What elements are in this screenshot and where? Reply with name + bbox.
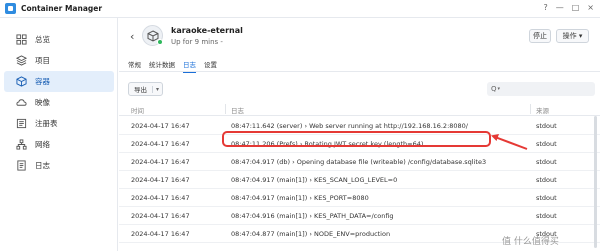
main-panel: ‹ karaoke-eternal Up for 9 mins - 停止 操作 … <box>119 18 600 251</box>
overview-icon <box>16 34 27 45</box>
container-name: karaoke-eternal <box>171 26 243 35</box>
row-log: 08:47:11.642 (server) › Web server runni… <box>231 122 468 130</box>
sidebar-item-label: 项目 <box>35 56 50 65</box>
search-field[interactable]: Q ▾ <box>487 82 595 96</box>
column-header-log[interactable]: 日志 <box>231 105 244 115</box>
watermark-text: 值 什么值得买 <box>502 237 559 247</box>
row-stream: stdout <box>536 140 557 148</box>
window-controls: ? — □ × <box>543 3 594 12</box>
row-log: 08:47:04.917 (db) › Opening database fil… <box>231 158 487 166</box>
chevron-down-icon: ▾ <box>497 86 501 92</box>
maximize-icon[interactable]: □ <box>572 3 580 12</box>
container-icon <box>16 76 27 87</box>
sidebar-item-image[interactable]: 映像 <box>4 92 114 113</box>
sidebar-item-label: 容器 <box>35 77 50 86</box>
row-stream: stdout <box>536 158 557 166</box>
image-icon <box>16 97 27 108</box>
column-header-time[interactable]: 时间 <box>131 105 144 115</box>
row-stream: stdout <box>536 122 557 130</box>
chevron-down-icon[interactable]: ▾ <box>151 86 159 93</box>
row-stream: stdout <box>536 176 557 184</box>
red-arrow-icon <box>491 134 528 150</box>
row-stream: stdout <box>536 194 557 202</box>
export-button[interactable]: 导出 ▾ <box>128 82 163 96</box>
title-bar: Container Manager ? — □ × <box>0 0 600 18</box>
table-header: 时间 日志 来源 <box>119 102 600 116</box>
table-row[interactable]: 2024-04-17 16:47 08:47:04.917 (db) › Ope… <box>119 153 600 171</box>
sidebar-item-label: 网络 <box>35 140 50 149</box>
running-status-dot <box>157 39 163 45</box>
row-time: 2024-04-17 16:47 <box>131 158 190 166</box>
row-stream: stdout <box>536 212 557 220</box>
row-time: 2024-04-17 16:47 <box>131 122 190 130</box>
row-time: 2024-04-17 16:47 <box>131 194 190 202</box>
column-divider[interactable] <box>225 104 226 114</box>
back-icon[interactable]: ‹ <box>130 30 134 43</box>
row-log: 08:47:04.917 (main[1]) › KES_PORT=8080 <box>231 194 369 202</box>
container-header: ‹ karaoke-eternal Up for 9 mins - 停止 操作 … <box>119 18 600 56</box>
row-time: 2024-04-17 16:47 <box>131 230 190 238</box>
export-label: 导出 <box>134 86 147 94</box>
stop-button[interactable]: 停止 <box>529 29 551 43</box>
tab-divider <box>119 71 600 72</box>
sidebar-item-overview[interactable]: 总览 <box>4 29 114 50</box>
sidebar-item-log[interactable]: 日志 <box>4 155 114 176</box>
registry-icon <box>16 118 27 129</box>
network-icon <box>16 139 27 150</box>
sidebar-item-network[interactable]: 网络 <box>4 134 114 155</box>
action-dropdown-button[interactable]: 操作 ▾ <box>556 29 589 43</box>
row-log: 08:47:04.916 (main[1]) › KES_PATH_DATA=/… <box>231 212 394 220</box>
sidebar: 总览 项目 容器 映像 注册表 网络 日志 <box>0 18 118 251</box>
row-log: 08:47:04.877 (main[1]) › NODE_ENV=produc… <box>231 230 391 238</box>
row-time: 2024-04-17 16:47 <box>131 212 190 220</box>
project-icon <box>16 55 27 66</box>
watermark: 值 什么值得买 <box>502 234 559 247</box>
scrollbar[interactable] <box>594 116 597 248</box>
column-divider[interactable] <box>530 104 531 114</box>
minimize-icon[interactable]: — <box>556 3 564 12</box>
close-icon[interactable]: × <box>587 3 594 12</box>
column-header-stream[interactable]: 来源 <box>536 105 549 115</box>
search-icon: Q <box>491 85 497 93</box>
help-icon[interactable]: ? <box>543 3 547 12</box>
sidebar-item-registry[interactable]: 注册表 <box>4 113 114 134</box>
sidebar-item-label: 总览 <box>35 35 50 44</box>
sidebar-item-label: 映像 <box>35 98 50 107</box>
log-icon <box>16 160 27 171</box>
window-title: Container Manager <box>21 4 103 13</box>
sidebar-item-label: 注册表 <box>35 119 58 128</box>
sidebar-item-container[interactable]: 容器 <box>4 71 114 92</box>
app-logo-icon <box>5 3 16 14</box>
row-time: 2024-04-17 16:47 <box>131 176 190 184</box>
sidebar-item-label: 日志 <box>35 161 50 170</box>
row-log: 08:47:04.917 (main[1]) › KES_SCAN_LOG_LE… <box>231 176 398 184</box>
row-time: 2024-04-17 16:47 <box>131 140 190 148</box>
container-status: Up for 9 mins - <box>171 38 223 46</box>
table-row[interactable]: 2024-04-17 16:47 08:47:04.917 (main[1]) … <box>119 171 600 189</box>
highlight-box <box>222 131 491 147</box>
table-row[interactable]: 2024-04-17 16:47 08:47:04.917 (main[1]) … <box>119 189 600 207</box>
table-row[interactable]: 2024-04-17 16:47 08:47:04.916 (main[1]) … <box>119 207 600 225</box>
sidebar-item-project[interactable]: 项目 <box>4 50 114 71</box>
